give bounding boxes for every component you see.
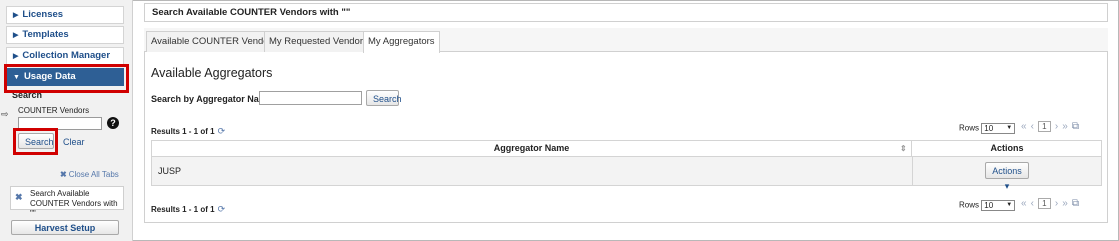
actions-dropdown-button[interactable]: Actions ▾ bbox=[985, 162, 1029, 191]
rows-label: Rows bbox=[959, 200, 980, 210]
chevron-down-icon: ▼ bbox=[1006, 202, 1013, 208]
open-tab-label: Search Available COUNTER Vendors with "" bbox=[30, 189, 118, 218]
results-count-bottom: Results 1 - 1 of 1 ⟳ bbox=[151, 204, 225, 215]
results-text: Results 1 - 1 of 1 bbox=[151, 205, 215, 214]
search-by-aggregator-label: Search by Aggregator Name bbox=[151, 94, 272, 104]
next-page-icon[interactable]: › bbox=[1055, 198, 1058, 209]
sidebar-item-templates[interactable]: ▶ Templates bbox=[6, 26, 124, 44]
page-number-input[interactable]: 1 bbox=[1037, 198, 1051, 209]
sort-icon[interactable]: ⇕ bbox=[900, 141, 907, 156]
caret-right-icon: ▶ bbox=[13, 53, 19, 60]
harvest-setup-button[interactable]: Harvest Setup bbox=[11, 220, 119, 235]
sidebar-item-licenses[interactable]: ▶ Licenses bbox=[6, 6, 124, 24]
aggregator-name-cell: JUSP bbox=[158, 166, 182, 176]
rows-select[interactable]: 10 ▼ bbox=[981, 123, 1016, 134]
close-tab-icon[interactable]: ✖ bbox=[15, 192, 23, 203]
caret-right-icon: ▶ bbox=[13, 12, 19, 19]
help-icon[interactable]: ? bbox=[107, 117, 119, 129]
highlight-usage-data bbox=[4, 64, 129, 93]
tab-my-aggregators[interactable]: My Aggregators bbox=[363, 31, 440, 53]
sidebar: ▶ Licenses ▶ Templates ▶ Collection Manager… bbox=[0, 0, 133, 241]
rows-per-page-bottom: Rows 10 ▼ bbox=[959, 200, 1016, 211]
aggregator-search-button[interactable]: Search bbox=[366, 90, 402, 106]
close-all-tabs-link[interactable]: ✖ Close All Tabs bbox=[60, 170, 119, 179]
rows-per-page-top: Rows 10 ▼ bbox=[959, 123, 1016, 134]
results-text: Results 1 - 1 of 1 bbox=[151, 127, 215, 136]
column-divider bbox=[912, 157, 913, 185]
counter-vendors-label: COUNTER Vendors bbox=[18, 106, 90, 115]
caret-right-icon: ▶ bbox=[13, 32, 19, 39]
first-page-icon[interactable]: « bbox=[1021, 121, 1027, 132]
export-icon[interactable]: ⧉ bbox=[1072, 121, 1079, 132]
refresh-icon[interactable]: ⟳ bbox=[218, 126, 226, 136]
sidebar-item-label: Templates bbox=[22, 29, 69, 40]
sidebar-item-collection-manager[interactable]: ▶ Collection Manager bbox=[6, 47, 124, 65]
column-aggregator-name[interactable]: Aggregator Name bbox=[152, 141, 912, 156]
prev-page-icon[interactable]: ‹ bbox=[1031, 198, 1034, 209]
tab-my-requested-vendors[interactable]: My Requested Vendors bbox=[264, 31, 373, 52]
table-header: Aggregator Name ⇕ Actions bbox=[151, 140, 1102, 157]
close-icon: ✖ bbox=[60, 170, 67, 179]
aggregator-name-input[interactable] bbox=[259, 91, 362, 105]
prev-page-icon[interactable]: ‹ bbox=[1031, 121, 1034, 132]
sidebar-item-label: Licenses bbox=[22, 9, 64, 20]
page-title: Search Available COUNTER Vendors with "" bbox=[144, 3, 1108, 22]
rows-value: 10 bbox=[984, 124, 994, 133]
rows-label: Rows bbox=[959, 123, 980, 133]
results-count-top: Results 1 - 1 of 1 ⟳ bbox=[151, 126, 225, 137]
table-row: JUSP Actions ▾ bbox=[151, 157, 1102, 191]
tab-available-counter-vendors[interactable]: Available COUNTER Vendors bbox=[146, 31, 282, 52]
rows-value: 10 bbox=[984, 201, 994, 210]
clear-link[interactable]: Clear bbox=[63, 137, 85, 147]
refresh-icon[interactable]: ⟳ bbox=[218, 204, 226, 214]
highlight-search-button bbox=[13, 128, 58, 155]
sidebar-item-label: Collection Manager bbox=[22, 50, 111, 61]
export-icon[interactable]: ⧉ bbox=[1072, 198, 1079, 209]
open-tab-card[interactable]: ✖ Search Available COUNTER Vendors with … bbox=[10, 186, 124, 218]
close-all-tabs-label: Close All Tabs bbox=[68, 170, 119, 179]
section-title: Available Aggregators bbox=[151, 66, 273, 80]
first-page-icon[interactable]: « bbox=[1021, 198, 1027, 209]
column-actions: Actions bbox=[990, 143, 1024, 153]
pager-bottom: « ‹ 1 › » ⧉ bbox=[1021, 198, 1083, 209]
pager-top: « ‹ 1 › » ⧉ bbox=[1021, 121, 1083, 132]
pointer-arrow-icon: ⇨ bbox=[1, 109, 9, 119]
chevron-down-icon: ▼ bbox=[1006, 125, 1013, 131]
page-number-input[interactable]: 1 bbox=[1037, 121, 1051, 132]
last-page-icon[interactable]: » bbox=[1062, 121, 1068, 132]
rows-select[interactable]: 10 ▼ bbox=[981, 200, 1016, 211]
last-page-icon[interactable]: » bbox=[1062, 198, 1068, 209]
next-page-icon[interactable]: › bbox=[1055, 121, 1058, 132]
